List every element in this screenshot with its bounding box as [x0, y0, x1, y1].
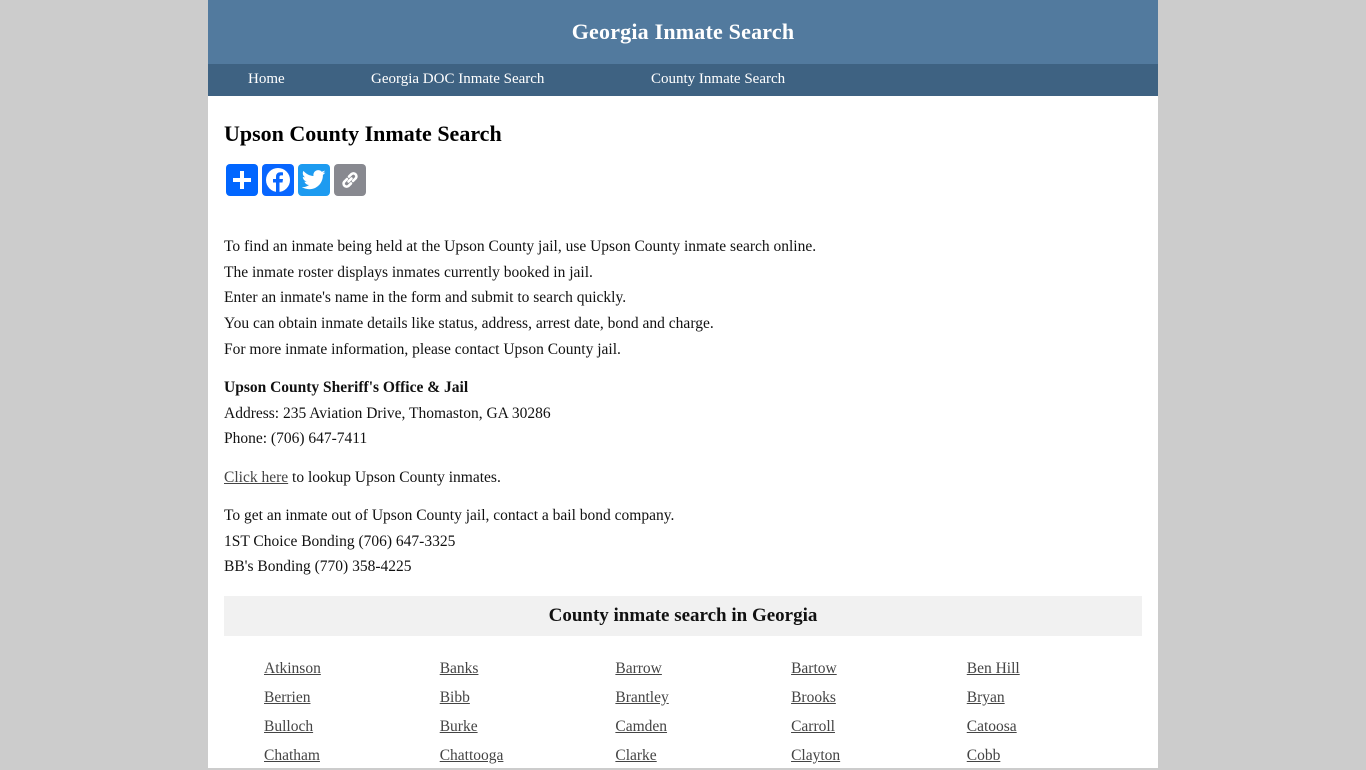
county-link[interactable]: Chatham — [264, 741, 440, 770]
county-link[interactable]: Bartow — [791, 654, 967, 683]
site-title[interactable]: Georgia Inmate Search — [572, 19, 795, 45]
county-link[interactable]: Bulloch — [264, 712, 440, 741]
county-link[interactable]: Clarke — [615, 741, 791, 770]
county-link[interactable]: Brantley — [615, 683, 791, 712]
intro-line: To find an inmate being held at the Upso… — [224, 238, 817, 255]
county-link[interactable]: Bryan — [967, 683, 1143, 712]
office-name: Upson County Sheriff's Office & Jail — [224, 379, 469, 396]
bail-bond-company: BB's Bonding (770) 358-4225 — [224, 558, 412, 576]
office-phone: Phone: (706) 647-7411 — [224, 430, 368, 448]
bail-bond-company: 1ST Choice Bonding (706) 647-3325 — [224, 532, 456, 550]
county-link[interactable]: Banks — [440, 654, 616, 683]
twitter-share-button[interactable] — [298, 164, 330, 196]
county-link[interactable]: Chattooga — [440, 741, 616, 770]
office-address: Address: 235 Aviation Drive, Thomaston, … — [224, 404, 551, 422]
plus-icon — [233, 171, 251, 189]
copy-link-button[interactable] — [334, 164, 366, 196]
county-link[interactable]: Atkinson — [264, 654, 440, 683]
share-button[interactable] — [226, 164, 258, 196]
intro-line: The inmate roster displays inmates curre… — [224, 263, 593, 281]
page-title: Upson County Inmate Search — [224, 121, 502, 146]
share-buttons — [226, 164, 366, 196]
county-link[interactable]: Bibb — [440, 683, 616, 712]
bail-info: To get an inmate out of Upson County jai… — [224, 503, 674, 580]
nav-georgia-doc-inmate-search[interactable]: Georgia DOC Inmate Search — [371, 71, 544, 88]
facebook-icon — [266, 168, 290, 192]
nav-home[interactable]: Home — [248, 71, 285, 88]
page: Georgia Inmate Search Home Georgia DOC I… — [208, 0, 1158, 768]
county-link[interactable]: Burke — [440, 712, 616, 741]
lookup-description: to lookup Upson County inmates. — [288, 469, 501, 486]
county-link[interactable]: Ben Hill — [967, 654, 1143, 683]
county-link[interactable]: Camden — [615, 712, 791, 741]
lookup-text: Click here to lookup Upson County inmate… — [224, 465, 501, 491]
office-info: Upson County Sheriff's Office & Jail Add… — [224, 375, 551, 452]
bail-intro: To get an inmate out of Upson County jai… — [224, 507, 675, 524]
county-link[interactable]: Berrien — [264, 683, 440, 712]
county-link[interactable]: Carroll — [791, 712, 967, 741]
twitter-icon — [302, 170, 326, 190]
county-link[interactable]: Catoosa — [967, 712, 1143, 741]
facebook-share-button[interactable] — [262, 164, 294, 196]
intro-text: To find an inmate being held at the Upso… — [224, 234, 816, 363]
county-section-heading: County inmate search in Georgia — [224, 596, 1142, 636]
intro-line: Enter an inmate's name in the form and s… — [224, 289, 627, 307]
click-here-link[interactable]: Click here — [224, 469, 288, 486]
intro-line: You can obtain inmate details like statu… — [224, 315, 714, 333]
main-nav: Home Georgia DOC Inmate Search County In… — [208, 64, 1158, 96]
county-list: Atkinson Banks Barrow Bartow Ben Hill Be… — [264, 654, 1142, 770]
county-link[interactable]: Barrow — [615, 654, 791, 683]
county-link[interactable]: Clayton — [791, 741, 967, 770]
nav-county-inmate-search[interactable]: County Inmate Search — [651, 71, 785, 88]
site-header: Georgia Inmate Search — [208, 0, 1158, 64]
county-link[interactable]: Brooks — [791, 683, 967, 712]
link-icon — [342, 172, 358, 188]
intro-line: For more inmate information, please cont… — [224, 340, 621, 358]
county-link[interactable]: Cobb — [967, 741, 1143, 770]
